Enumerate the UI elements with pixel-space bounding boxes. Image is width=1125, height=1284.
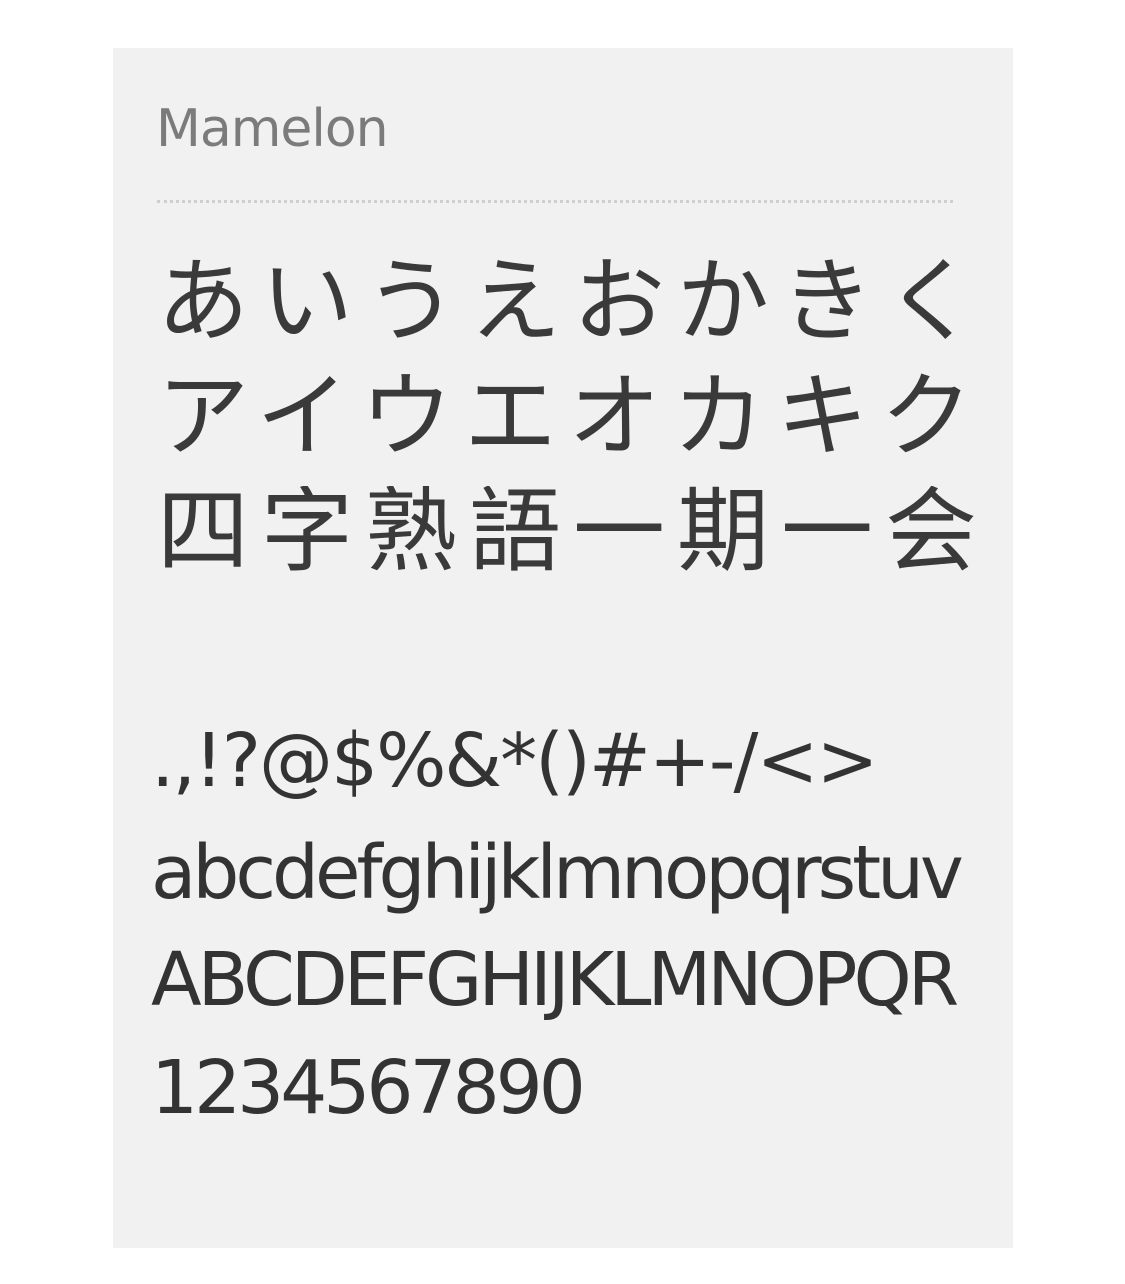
katakana-sample: アイウエオカキク: [157, 371, 977, 463]
digits-sample: 1234567890: [151, 1045, 586, 1131]
font-name-title: Mamelon: [156, 99, 389, 159]
lowercase-sample: abcdefghijklmnopqrstuv: [151, 830, 964, 916]
hiragana-sample: あいうえおかきく: [157, 256, 977, 348]
symbols-sample: .,!?@$%&*()#+-/<>: [151, 718, 878, 804]
kanji-sample: 四字熟語一期一会: [157, 486, 977, 578]
font-specimen-card: Mamelon あいうえおかきく アイウエオカキク 四字熟語一期一会 .,!?@…: [113, 48, 1013, 1248]
dotted-divider: [157, 200, 953, 203]
uppercase-sample: ABCDEFGHIJKLMNOPQR: [151, 937, 959, 1023]
